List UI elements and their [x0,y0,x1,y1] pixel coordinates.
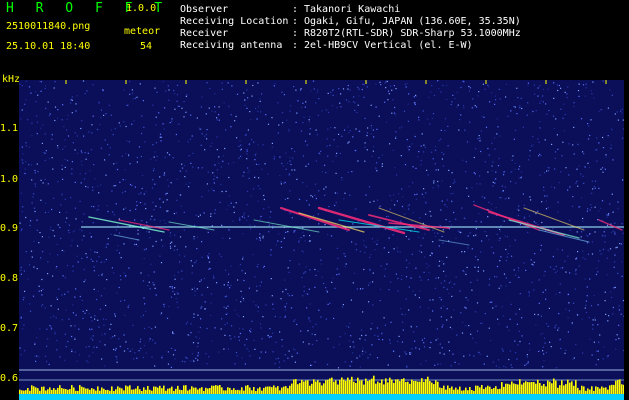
info-colon: : [292,40,299,51]
y-tick-label: 1.0 [0,174,19,185]
info-row-observer: Observer: Takanori Kawachi [180,4,521,16]
meteor-label: meteor [124,26,161,37]
spectrogram-canvas [19,80,624,400]
spectrogram-plot [19,80,624,400]
y-tick-label: 0.6 [0,373,19,384]
info-key: Receiving antenna [180,40,283,51]
info-key: Receiver [180,28,229,39]
info-value: 2el-HB9CV Vertical (el. E-W) [304,40,473,51]
y-axis-unit: kHz [2,74,21,85]
y-tick-label: 0.7 [0,323,19,334]
station-info: Observer: Takanori Kawachi Receiving Loca… [180,4,521,52]
info-value: Ogaki, Gifu, JAPAN (136.60E, 35.35N) [304,16,521,27]
info-value: Takanori Kawachi [304,4,401,15]
meteor-count: 54 [140,41,153,52]
histogram-baseline [19,394,624,400]
info-key: Observer [180,4,229,15]
meteor-echoes [88,204,623,246]
activity-histogram [19,375,624,394]
y-tick-label: 0.9 [0,223,19,234]
info-colon: : [292,28,299,39]
minute-ticks [65,80,607,84]
info-colon: : [292,16,299,27]
y-tick-label: 0.8 [0,273,19,284]
filename-label: 2510011840.png [6,21,91,32]
y-tick-label: 1.1 [0,123,19,134]
info-value: R820T2(RTL-SDR) SDR-Sharp 53.1000MHz [304,28,521,39]
header-panel: H R O F F T 1.0.0 2510011840.png 25.10.0… [0,0,629,74]
info-row-location: Receiving Location: Ogaki, Gifu, JAPAN (1… [180,16,521,28]
info-colon: : [292,4,299,15]
noise-layer [19,80,624,369]
app-version: 1.0.0 [126,3,157,14]
info-key: Receiving Location [180,16,289,27]
info-row-antenna: Receiving antenna:2el-HB9CV Vertical (el… [180,40,521,52]
info-row-receiver: Receiver: R820T2(RTL-SDR) SDR-Sharp 53.10… [180,28,521,40]
datetime-label: 25.10.01 18:40 [6,41,91,52]
